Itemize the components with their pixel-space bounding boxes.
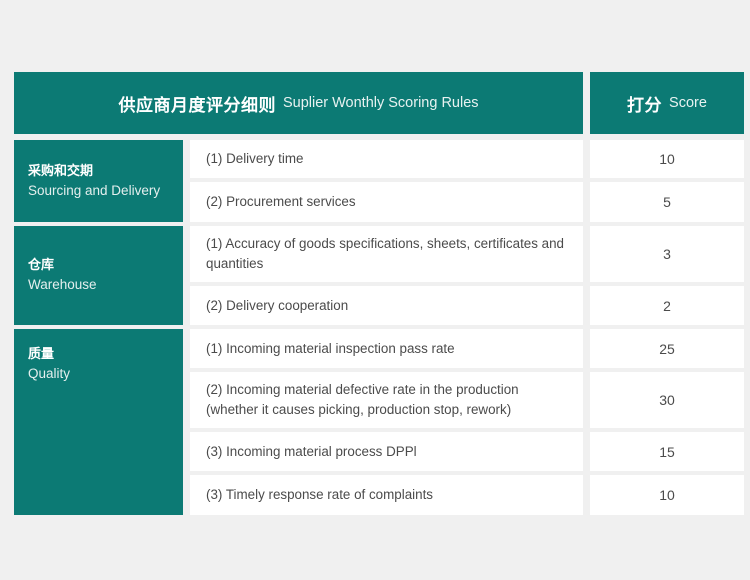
item-description: (2) Incoming material defective rate in …: [206, 382, 519, 417]
category-cell-quality: 质量 Quality: [14, 329, 183, 515]
table-row: (1) Delivery time: [190, 140, 583, 178]
table-header-row: 供应商月度评分细则 Suplier Wonthly Scoring Rules …: [14, 72, 744, 134]
category-label-chinese: 质量: [28, 346, 55, 361]
table-row: (1) Incoming material inspection pass ra…: [190, 329, 583, 368]
score-cell: 10: [590, 140, 744, 178]
score-cell: 25: [590, 329, 744, 368]
category-label-english: Warehouse: [28, 277, 97, 293]
table-header-title-cell: 供应商月度评分细则 Suplier Wonthly Scoring Rules: [14, 72, 583, 134]
item-description: (3) Timely response rate of complaints: [206, 487, 433, 503]
score-cell: 30: [590, 372, 744, 428]
item-description: (1) Delivery time: [206, 151, 304, 167]
score-cell: 2: [590, 286, 744, 325]
supplier-scoring-table: 供应商月度评分细则 Suplier Wonthly Scoring Rules …: [14, 72, 744, 515]
score-value: 10: [659, 487, 675, 503]
score-header-english: Score: [669, 95, 707, 111]
table-row: (2) Delivery cooperation: [190, 286, 583, 325]
score-value: 5: [663, 194, 671, 210]
item-description: (2) Delivery cooperation: [206, 297, 349, 313]
score-value: 10: [659, 151, 675, 167]
category-label-english: Sourcing and Delivery: [28, 182, 161, 198]
score-value: 25: [659, 340, 675, 357]
table-title-chinese: 供应商月度评分细则: [118, 95, 276, 115]
score-value: 2: [663, 297, 671, 314]
score-value: 3: [663, 246, 671, 262]
score-header-chinese: 打分: [627, 95, 663, 115]
item-description: (3) Incoming material process DPPl: [206, 443, 417, 459]
category-label-chinese: 采购和交期: [28, 162, 94, 178]
table-header-score-cell: 打分 Score: [590, 72, 744, 134]
category-cell-sourcing-and-delivery: 采购和交期 Sourcing and Delivery: [14, 140, 183, 222]
category-cell-warehouse: 仓库 Warehouse: [14, 226, 183, 325]
score-cell: 15: [590, 432, 744, 471]
item-description: (2) Procurement services: [206, 194, 356, 210]
table-title-english: Suplier Wonthly Scoring Rules: [282, 95, 479, 111]
category-label-chinese: 仓库: [28, 257, 55, 273]
score-cell: 10: [590, 475, 744, 515]
table-row: (3) Incoming material process DPPl: [190, 432, 583, 471]
table-row: (1) Accuracy of goods specifications, sh…: [190, 226, 583, 282]
table-row: (2) Incoming material defective rate in …: [190, 372, 583, 428]
category-label-english: Quality: [28, 365, 71, 381]
score-value: 30: [659, 392, 675, 408]
score-cell: 3: [590, 226, 744, 282]
score-value: 15: [659, 443, 675, 460]
item-description: (1) Incoming material inspection pass ra…: [206, 340, 455, 356]
score-cell: 5: [590, 182, 744, 222]
item-description: (1) Accuracy of goods specifications, sh…: [206, 236, 565, 271]
table-row: (2) Procurement services: [190, 182, 583, 222]
table-row: (3) Timely response rate of complaints: [190, 475, 583, 515]
